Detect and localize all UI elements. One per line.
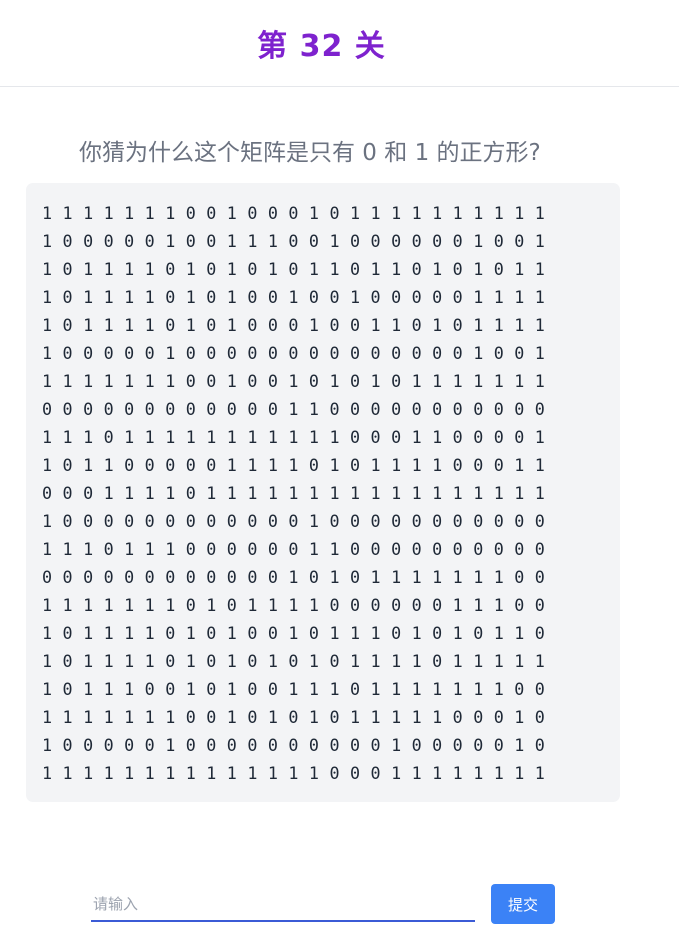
matrix-row: 1 0 1 1 0 0 0 0 0 1 1 1 1 0 1 0 1 1 1 1 … bbox=[42, 455, 546, 475]
matrix-row: 1 0 1 1 1 1 0 1 0 1 0 0 1 0 0 1 0 0 0 0 … bbox=[42, 287, 546, 307]
matrix-row: 1 1 1 1 1 1 1 0 0 1 0 0 1 0 1 0 1 0 1 1 … bbox=[42, 371, 546, 391]
level-title: 第 32 关 bbox=[257, 29, 386, 64]
matrix-row: 1 0 1 1 1 1 0 1 0 1 0 0 0 1 0 0 1 1 0 1 … bbox=[42, 315, 546, 335]
matrix-row: 0 0 0 0 0 0 0 0 0 0 0 0 1 1 0 0 0 0 0 0 … bbox=[42, 399, 546, 419]
matrix-row: 1 0 0 0 0 0 1 0 0 0 0 0 0 0 0 0 0 1 0 0 … bbox=[42, 735, 546, 755]
matrix-row: 1 1 1 0 1 1 1 1 1 1 1 1 1 1 1 0 0 0 1 1 … bbox=[42, 427, 546, 447]
matrix-row: 0 0 0 0 0 0 0 0 0 0 0 0 1 0 1 0 1 1 1 1 … bbox=[42, 567, 546, 587]
matrix-row: 1 0 0 0 0 0 1 0 0 1 1 1 0 0 1 0 0 0 0 0 … bbox=[42, 231, 546, 251]
level-header: 第 32 关 bbox=[0, 0, 679, 87]
answer-input[interactable] bbox=[91, 888, 475, 922]
submit-button[interactable]: 提交 bbox=[491, 884, 555, 924]
question-text: 你猜为什么这个矩阵是只有 0 和 1 的正方形? bbox=[79, 140, 541, 166]
matrix-row: 1 0 0 0 0 0 1 0 0 0 0 0 0 0 0 0 0 0 0 0 … bbox=[42, 343, 546, 363]
matrix-row: 1 0 1 1 1 0 0 1 0 1 0 0 1 1 1 0 1 1 1 1 … bbox=[42, 679, 546, 699]
matrix-row: 1 1 1 1 1 1 1 0 0 1 0 1 0 1 0 1 1 1 1 1 … bbox=[42, 707, 546, 727]
matrix-row: 1 1 1 1 1 1 1 0 1 0 1 1 1 1 0 0 0 0 0 0 … bbox=[42, 595, 546, 615]
matrix-row: 1 0 1 1 1 1 0 1 0 1 0 1 0 1 1 0 1 1 0 1 … bbox=[42, 259, 546, 279]
matrix-row: 1 0 0 0 0 0 0 0 0 0 0 0 0 1 0 0 0 0 0 0 … bbox=[42, 511, 546, 531]
matrix-row: 1 1 1 0 1 1 1 0 0 0 0 0 0 1 1 0 0 0 0 0 … bbox=[42, 539, 546, 559]
binary-matrix: 1 1 1 1 1 1 1 0 0 1 0 0 0 1 0 1 1 1 1 1 … bbox=[42, 199, 545, 787]
matrix-row: 1 1 1 1 1 1 1 0 0 1 0 0 0 1 0 1 1 1 1 1 … bbox=[42, 203, 546, 223]
matrix-row: 1 1 1 1 1 1 1 1 1 1 1 1 1 1 0 0 0 1 1 1 … bbox=[42, 763, 546, 783]
matrix-row: 0 0 0 1 1 1 1 0 1 1 1 1 1 1 1 1 1 1 1 1 … bbox=[42, 483, 546, 503]
matrix-row: 1 0 1 1 1 1 0 1 0 1 0 1 0 1 0 1 1 1 1 0 … bbox=[42, 651, 546, 671]
matrix-row: 1 0 1 1 1 1 0 1 0 1 0 0 1 0 1 1 1 0 1 0 … bbox=[42, 623, 546, 643]
